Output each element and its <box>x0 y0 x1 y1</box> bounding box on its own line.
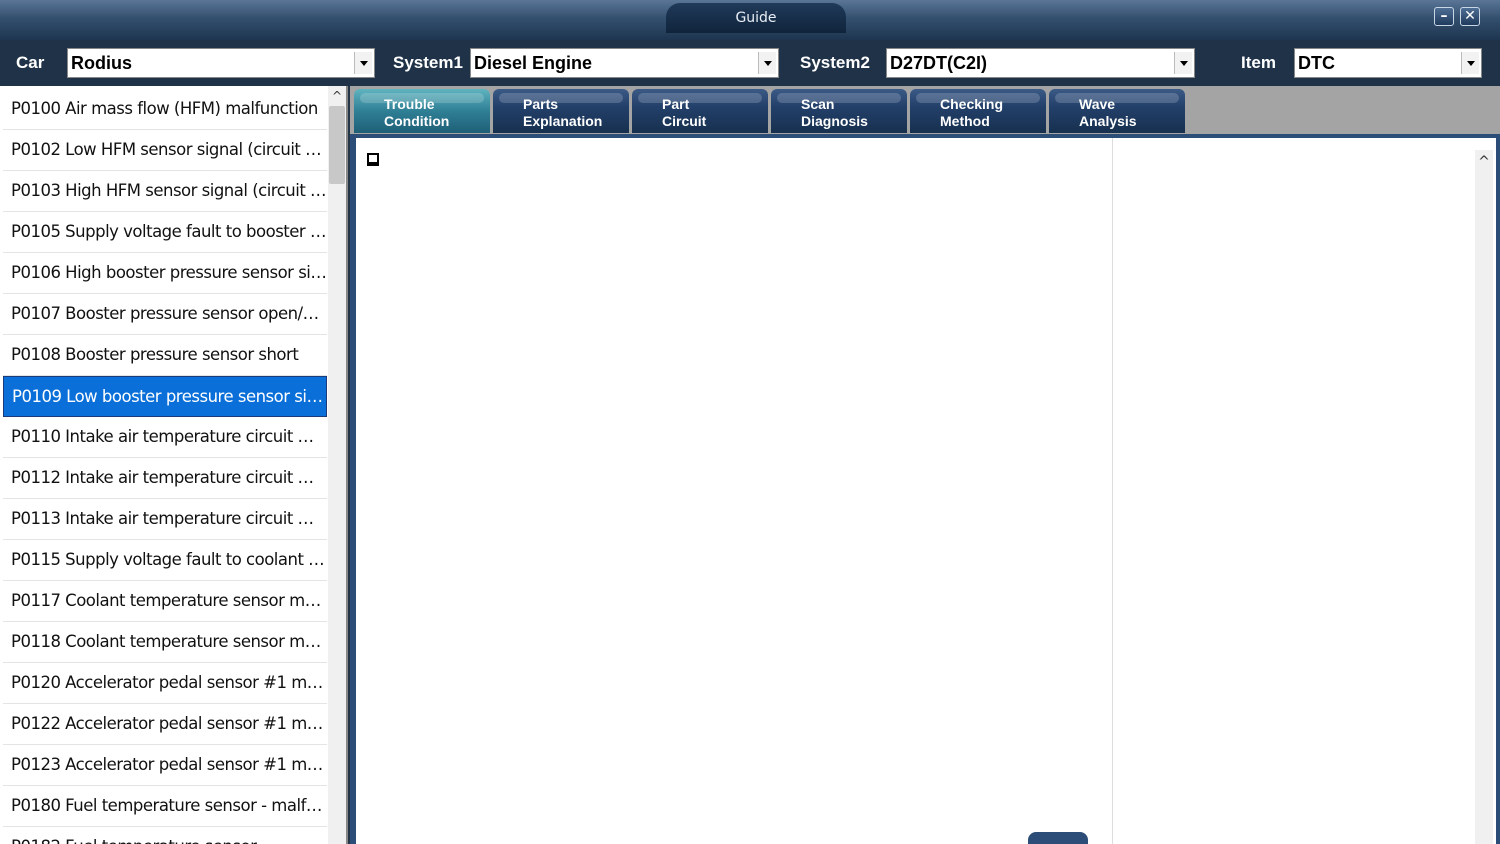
tab-label-line1: Parts <box>523 96 559 112</box>
content-area: ^ <box>350 134 1500 844</box>
window-title: Guide <box>666 3 846 33</box>
system2-label: System2 <box>800 53 870 72</box>
item-select-value: DTC <box>1298 53 1335 73</box>
scroll-up-icon[interactable]: ^ <box>1475 150 1493 172</box>
scroll-up-icon[interactable]: ^ <box>328 86 346 106</box>
close-icon[interactable]: ✕ <box>1460 7 1480 26</box>
list-item[interactable]: P0115 Supply voltage fault to coolant t… <box>3 540 327 581</box>
tab-label-line1: Scan <box>801 96 835 112</box>
tab-scan-diagnosis[interactable]: Scan Diagnosis <box>771 89 907 133</box>
list-item[interactable]: P0102 Low HFM sensor signal (circuit … <box>3 130 327 171</box>
tab-label-line1: Part <box>662 96 690 112</box>
chevron-down-icon[interactable] <box>1461 52 1479 74</box>
tab-label-line1: Wave <box>1079 96 1116 112</box>
list-item[interactable]: P0110 Intake air temperature circuit m… <box>3 417 327 458</box>
list-item[interactable]: P0180 Fuel temperature sensor - malf… <box>3 786 327 827</box>
title-bar: Guide – ✕ <box>0 0 1500 40</box>
document-pane <box>356 138 1113 844</box>
tab-label-line2: Method <box>940 113 990 129</box>
list-item[interactable]: P0117 Coolant temperature sensor m… <box>3 581 327 622</box>
system1-select-value: Diesel Engine <box>474 53 593 73</box>
chevron-down-icon[interactable] <box>354 52 372 74</box>
tab-label-line1: Checking <box>940 96 1004 112</box>
tab-label-line2: Explanation <box>523 113 603 129</box>
list-item[interactable]: P0123 Accelerator pedal sensor #1 m… <box>3 745 327 786</box>
list-item[interactable]: P0182 Fuel temperature sensor - … <box>3 827 327 844</box>
system2-select-value: D27DT(C2I) <box>890 53 988 73</box>
system1-label: System1 <box>393 53 463 72</box>
item-label: Item <box>1241 53 1276 72</box>
dtc-list-panel: P0100 Air mass flow (HFM) malfunction P01… <box>0 86 348 844</box>
tab-label-line2: Condition <box>384 113 450 129</box>
list-item[interactable]: P0100 Air mass flow (HFM) malfunction <box>3 89 327 130</box>
chevron-down-icon[interactable] <box>1174 52 1192 74</box>
tab-label-line2: Analysis <box>1079 113 1137 129</box>
tab-label-line2: Circuit <box>662 113 707 129</box>
list-item[interactable]: P0109 Low booster pressure sensor si… <box>3 376 327 417</box>
list-item[interactable]: P0107 Booster pressure sensor open/… <box>3 294 327 335</box>
list-item[interactable]: P0122 Accelerator pedal sensor #1 m… <box>3 704 327 745</box>
document-icon[interactable] <box>367 153 379 166</box>
dtc-list: P0100 Air mass flow (HFM) malfunction P01… <box>3 89 327 844</box>
minimize-icon[interactable]: – <box>1434 7 1454 26</box>
system2-select[interactable]: D27DT(C2I) <box>886 48 1195 78</box>
car-label: Car <box>16 53 45 72</box>
dtc-list-scrollbar[interactable]: ^ <box>328 86 346 844</box>
list-item[interactable]: P0103 High HFM sensor signal (circuit … <box>3 171 327 212</box>
tab-checking-method[interactable]: Checking Method <box>910 89 1046 133</box>
item-select[interactable]: DTC <box>1294 48 1482 78</box>
list-item[interactable]: P0106 High booster pressure sensor si… <box>3 253 327 294</box>
content-pane: ^ <box>356 138 1496 844</box>
tab-part-circuit[interactable]: Part Circuit <box>632 89 768 133</box>
chevron-down-icon[interactable] <box>758 52 776 74</box>
list-item[interactable]: P0113 Intake air temperature circuit m… <box>3 499 327 540</box>
car-select-value: Rodius <box>71 53 132 73</box>
list-item[interactable]: P0120 Accelerator pedal sensor #1 m… <box>3 663 327 704</box>
tab-wave-analysis[interactable]: Wave Analysis <box>1049 89 1185 133</box>
scroll-thumb[interactable] <box>329 106 345 184</box>
tab-label-line1: Trouble <box>384 96 435 112</box>
selector-bar: Car Rodius System1 Diesel Engine System2… <box>0 40 1500 86</box>
content-scrollbar[interactable]: ^ <box>1475 150 1493 844</box>
tab-trouble-condition[interactable]: Trouble Condition <box>354 89 490 133</box>
list-item[interactable]: P0108 Booster pressure sensor short <box>3 335 327 376</box>
system1-select[interactable]: Diesel Engine <box>470 48 779 78</box>
car-select[interactable]: Rodius <box>67 48 375 78</box>
tab-bar: Trouble Condition Parts Explanation Part Circ… <box>350 86 1500 134</box>
list-item[interactable]: P0118 Coolant temperature sensor m… <box>3 622 327 663</box>
list-item[interactable]: P0112 Intake air temperature circuit m… <box>3 458 327 499</box>
splitter-handle[interactable] <box>1028 832 1088 844</box>
list-item[interactable]: P0105 Supply voltage fault to booster … <box>3 212 327 253</box>
tab-label-line2: Diagnosis <box>801 113 868 129</box>
tab-parts-explanation[interactable]: Parts Explanation <box>493 89 629 133</box>
